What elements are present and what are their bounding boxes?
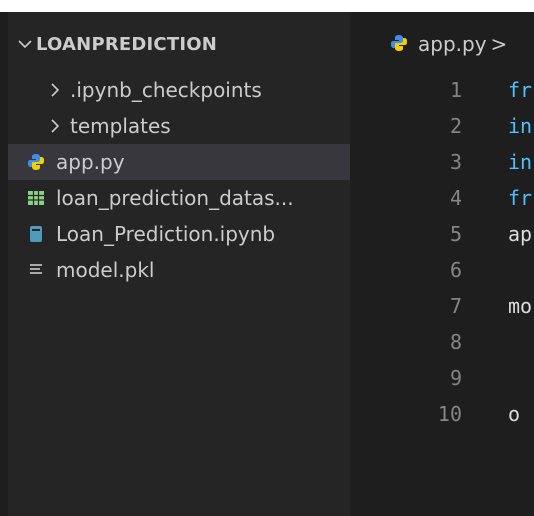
tree-item-label: loan_prediction_datas...: [56, 186, 294, 210]
tree-item-label: templates: [70, 114, 171, 138]
line-number: 4: [449, 186, 462, 210]
chevron-right-icon: [44, 83, 66, 97]
explorer-sidebar: LOANPREDICTION .ipynb_checkpoints templa…: [8, 12, 350, 516]
tree-item-label: .ipynb_checkpoints: [70, 78, 262, 102]
breadcrumb-separator: >: [490, 32, 508, 56]
tree-item-app-py[interactable]: app.py: [8, 144, 350, 180]
python-file-icon: [390, 34, 410, 54]
tree-item-loan-prediction-ipynb[interactable]: Loan_Prediction.ipynb: [8, 216, 350, 252]
tree-item-loan-prediction-dataset[interactable]: loan_prediction_datas...: [8, 180, 350, 216]
breadcrumb-file[interactable]: app.py: [418, 32, 487, 56]
text-file-icon: [26, 260, 46, 280]
line-number: 10: [437, 402, 462, 426]
code-line: in: [508, 150, 533, 174]
code-editor[interactable]: app.py > 1 2 3 4 5 6 7 8 9 10 fr in in f…: [350, 12, 534, 516]
line-number-gutter: 1 2 3 4 5 6 7 8 9 10: [350, 72, 462, 432]
code-line: fr: [508, 186, 533, 210]
line-number: 6: [449, 258, 462, 282]
python-file-icon: [26, 152, 46, 172]
line-number: 8: [449, 330, 462, 354]
tree-item-label: Loan_Prediction.ipynb: [56, 222, 276, 246]
notebook-file-icon: [26, 224, 46, 244]
code-line: o: [508, 402, 521, 426]
code-line: mo: [508, 294, 533, 318]
folder-name: LOANPREDICTION: [36, 33, 217, 55]
tree-item-label: app.py: [56, 150, 125, 174]
chevron-right-icon: [44, 119, 66, 133]
tree-item-ipynb-checkpoints[interactable]: .ipynb_checkpoints: [8, 72, 350, 108]
code-line: fr: [508, 78, 533, 102]
line-number: 9: [449, 366, 462, 390]
explorer-folder-header[interactable]: LOANPREDICTION: [8, 30, 350, 58]
line-number: 2: [449, 114, 462, 138]
file-tree: .ipynb_checkpoints templates app.py loan…: [8, 72, 350, 288]
breadcrumb: app.py >: [390, 30, 507, 58]
csv-file-icon: [26, 188, 46, 208]
chevron-down-icon: [14, 39, 36, 49]
tree-item-templates[interactable]: templates: [8, 108, 350, 144]
code-lines[interactable]: fr in in fr ap mo o: [508, 72, 532, 432]
tree-item-label: model.pkl: [56, 258, 155, 282]
line-number: 5: [449, 222, 462, 246]
line-number: 3: [449, 150, 462, 174]
tree-item-model-pkl[interactable]: model.pkl: [8, 252, 350, 288]
line-number: 7: [449, 294, 462, 318]
code-line: in: [508, 114, 533, 138]
top-strip: [0, 0, 534, 12]
line-number: 1: [449, 78, 462, 102]
code-line: ap: [508, 222, 533, 246]
